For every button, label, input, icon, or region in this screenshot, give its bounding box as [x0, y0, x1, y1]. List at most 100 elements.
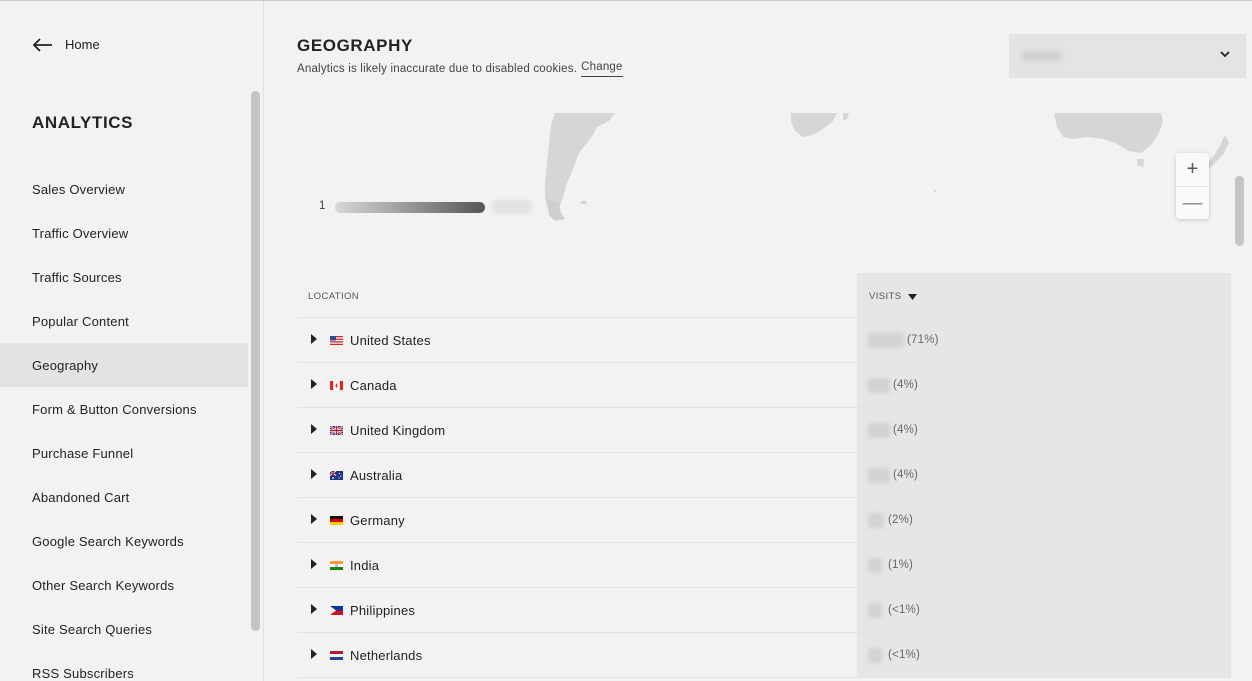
visit-percent: (1%) — [888, 559, 914, 571]
visit-percent: (4%) — [893, 379, 919, 391]
country-name: United States — [350, 333, 431, 348]
ca-flag-icon — [330, 381, 343, 390]
land-madagascar — [843, 113, 849, 121]
sidebar-item-site-search-queries[interactable]: Site Search Queries — [0, 607, 248, 651]
gb-flag-icon — [330, 426, 343, 435]
sidebar-item-label: Sales Overview — [32, 181, 126, 197]
arrow-left-icon — [32, 37, 52, 52]
visit-percent: (<1%) — [888, 604, 920, 616]
sidebar-heading: ANALYTICS — [32, 113, 134, 132]
table-row[interactable]: Australia (4%) — [297, 453, 1231, 498]
table-row[interactable]: Netherlands (<1%) — [297, 633, 1231, 678]
country-name: India — [350, 558, 380, 573]
zoom-out-button[interactable]: — — [1176, 186, 1209, 219]
map-zoom-controls: + — — [1176, 153, 1209, 219]
expand-row-icon[interactable] — [311, 604, 317, 614]
sidebar-item-abandoned-cart[interactable]: Abandoned Cart — [0, 475, 248, 519]
table-row[interactable]: United Kingdom (4%) — [297, 408, 1231, 453]
sidebar: Home ANALYTICS Sales Overview Traffic Ov… — [0, 1, 264, 681]
country-name: Netherlands — [350, 648, 423, 663]
sidebar-item-purchase-funnel[interactable]: Purchase Funnel — [0, 431, 248, 475]
expand-row-icon[interactable] — [311, 469, 317, 479]
sidebar-item-label: Site Search Queries — [32, 621, 153, 637]
visit-percent: (2%) — [888, 514, 914, 526]
country-name: United Kingdom — [350, 423, 446, 438]
sort-descending-icon — [907, 293, 917, 300]
visit-count — [868, 423, 890, 438]
geography-table: LOCATION VISITS United States (71%) Cana… — [297, 273, 1231, 678]
home-label: Home — [65, 37, 100, 52]
change-link[interactable]: Change — [581, 61, 623, 77]
sidebar-item-label: Traffic Sources — [32, 269, 122, 285]
sidebar-item-label: Form & Button Conversions — [32, 401, 197, 417]
sidebar-item-sales-overview[interactable]: Sales Overview — [0, 167, 248, 211]
land-southern-africa — [791, 113, 837, 137]
column-header-visits[interactable]: VISITS — [869, 291, 917, 302]
zoom-in-button[interactable]: + — [1176, 153, 1209, 186]
sidebar-item-label: Traffic Overview — [32, 225, 129, 241]
expand-row-icon[interactable] — [311, 424, 317, 434]
sidebar-item-rss-subscribers[interactable]: RSS Subscribers — [0, 651, 248, 681]
visit-count — [868, 558, 882, 573]
visits-column-highlight — [857, 498, 1231, 542]
sidebar-item-geography[interactable]: Geography — [0, 343, 248, 387]
us-flag-icon — [330, 336, 343, 345]
sidebar-item-google-search-keywords[interactable]: Google Search Keywords — [0, 519, 248, 563]
table-header-row: LOCATION VISITS — [297, 273, 1231, 318]
visit-percent: (71%) — [907, 334, 939, 346]
table-row[interactable]: United States (71%) — [297, 318, 1231, 363]
visit-count — [868, 333, 904, 348]
main-panel: GEOGRAPHY Analytics is likely inaccurate… — [264, 1, 1252, 681]
expand-row-icon[interactable] — [311, 379, 317, 389]
map-legend-max — [493, 200, 531, 214]
country-name: Canada — [350, 378, 397, 393]
in-flag-icon — [330, 561, 343, 570]
table-row[interactable]: Germany (2%) — [297, 498, 1231, 543]
visits-column-highlight — [857, 543, 1231, 587]
home-link[interactable]: Home — [32, 37, 100, 52]
table-row[interactable]: India (1%) — [297, 543, 1231, 588]
world-map[interactable]: 1 — [297, 113, 1231, 273]
visit-percent: (4%) — [893, 469, 919, 481]
sidebar-item-label: Other Search Keywords — [32, 577, 175, 593]
sidebar-item-label: Google Search Keywords — [32, 533, 184, 549]
sidebar-section: ANALYTICS Sales Overview Traffic Overvie… — [0, 91, 248, 681]
sidebar-item-other-search-keywords[interactable]: Other Search Keywords — [0, 563, 248, 607]
visit-count — [868, 378, 890, 393]
sidebar-item-label: Popular Content — [32, 313, 129, 329]
sidebar-scrollbar[interactable] — [251, 91, 260, 631]
nl-flag-icon — [330, 651, 343, 660]
expand-row-icon[interactable] — [311, 514, 317, 524]
map-legend-min: 1 — [319, 200, 326, 212]
table-row[interactable]: Philippines (<1%) — [297, 588, 1231, 633]
visit-count — [868, 648, 882, 663]
expand-row-icon[interactable] — [311, 334, 317, 344]
au-flag-icon — [330, 471, 343, 480]
map-legend-gradient — [335, 202, 485, 213]
expand-row-icon[interactable] — [311, 559, 317, 569]
date-range-select[interactable] — [1009, 34, 1246, 78]
page-title: GEOGRAPHY — [297, 36, 413, 55]
visit-count — [868, 468, 890, 483]
sidebar-item-traffic-sources[interactable]: Traffic Sources — [0, 255, 248, 299]
sidebar-item-popular-content[interactable]: Popular Content — [0, 299, 248, 343]
ph-flag-icon — [330, 606, 343, 615]
expand-row-icon[interactable] — [311, 649, 317, 659]
main-scrollbar[interactable] — [1235, 176, 1244, 246]
table-row[interactable]: Canada (4%) — [297, 363, 1231, 408]
visit-percent: (<1%) — [888, 649, 920, 661]
visit-count — [868, 603, 882, 618]
sidebar-item-traffic-overview[interactable]: Traffic Overview — [0, 211, 248, 255]
sidebar-items: Sales Overview Traffic Overview Traffic … — [0, 167, 248, 681]
land-patagonia — [547, 199, 565, 221]
sidebar-item-form-button-conversions[interactable]: Form & Button Conversions — [0, 387, 248, 431]
sidebar-item-label: Abandoned Cart — [32, 489, 130, 505]
date-range-value — [1021, 51, 1061, 61]
land-falklands — [581, 201, 587, 204]
de-flag-icon — [330, 516, 343, 525]
cookie-notice-text: Analytics is likely inaccurate due to di… — [297, 63, 578, 75]
world-map-shapes — [545, 113, 1229, 221]
column-header-visits-label: VISITS — [869, 291, 902, 302]
sidebar-item-label: RSS Subscribers — [32, 665, 134, 681]
column-header-location[interactable]: LOCATION — [308, 291, 359, 302]
